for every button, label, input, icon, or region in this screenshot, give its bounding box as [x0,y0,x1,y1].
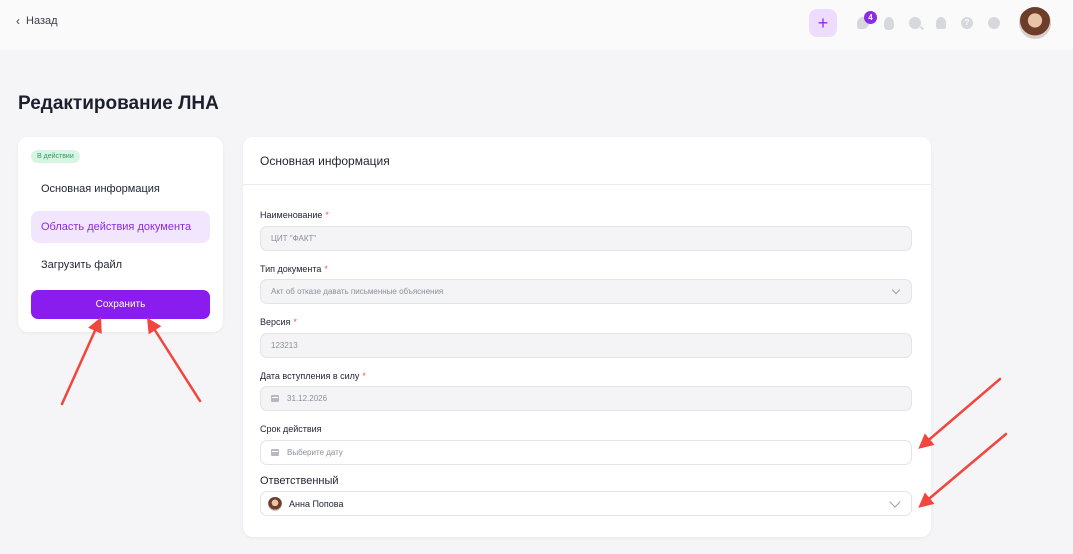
name-label: Наименование * [260,210,329,220]
page-title: Редактирование ЛНА [18,93,219,114]
save-button[interactable]: Сохранить [31,290,210,319]
version-label: Версия * [260,317,297,327]
chat-badge: 4 [864,11,877,24]
calendar-icon [271,395,279,402]
calendar-icon [271,449,279,456]
responsible-select[interactable]: Анна Попова [260,491,912,516]
sidebar-item-scope[interactable]: Область действия документа [31,211,210,243]
chevron-down-icon [891,285,901,295]
responsible-value: Анна Попова [289,498,344,509]
main-form-card: Основная информация Наименование * ЦИТ "Ф… [243,137,931,537]
arrow-to-save-right [146,317,202,403]
arrow-to-validity-field [918,377,1002,449]
effective-date-field[interactable]: 31.12.2026 [260,386,912,411]
back-label: Назад [26,15,58,27]
bell-icon[interactable] [936,17,946,29]
status-badge: В действии [31,150,80,163]
arrow-to-responsible-field [918,432,1008,508]
name-field[interactable]: ЦИТ "ФАКТ" [260,226,912,251]
card-header: Основная информация [243,137,931,185]
sidebar-item-main-info[interactable]: Основная информация [31,173,210,205]
effective-date-value: 31.12.2026 [287,394,328,403]
settings-icon[interactable] [988,17,1000,29]
user-avatar[interactable] [1019,7,1051,39]
create-button[interactable]: + [809,9,837,37]
chevron-left-icon: ‹ [16,14,20,28]
help-icon[interactable]: ? [961,17,973,29]
chevron-down-icon [889,496,901,508]
top-bar: ‹ Назад + 4 ? [0,0,1073,50]
validity-placeholder: Выберите дату [287,448,343,457]
section-title: Основная информация [260,154,390,168]
version-field[interactable]: 123213 [260,333,912,358]
search-icon[interactable] [909,17,921,29]
effective-date-label: Дата вступления в силу * [260,371,366,381]
bulb-icon[interactable] [884,16,894,30]
back-button[interactable]: ‹ Назад [16,15,58,27]
responsible-label: Ответственный [260,475,339,487]
toolbar-icons: + 4 ? [809,7,1051,39]
doc-type-label: Тип документа * [260,264,328,274]
plus-icon: + [817,13,829,33]
validity-date-field[interactable]: Выберите дату [260,440,912,465]
sidebar-item-upload[interactable]: Загрузить файл [31,249,210,281]
sidebar-card: В действии Основная информация Область д… [18,137,223,332]
arrow-to-save-left [60,317,102,406]
doc-type-select[interactable]: Акт об отказе давать письменные объяснен… [260,279,912,304]
version-value: 123213 [271,341,298,350]
responsible-avatar [268,496,282,511]
validity-label: Срок действия [260,424,322,434]
name-value: ЦИТ "ФАКТ" [271,234,317,243]
chat-icon[interactable]: 4 [857,11,877,29]
doc-type-value: Акт об отказе давать письменные объяснен… [271,287,444,296]
